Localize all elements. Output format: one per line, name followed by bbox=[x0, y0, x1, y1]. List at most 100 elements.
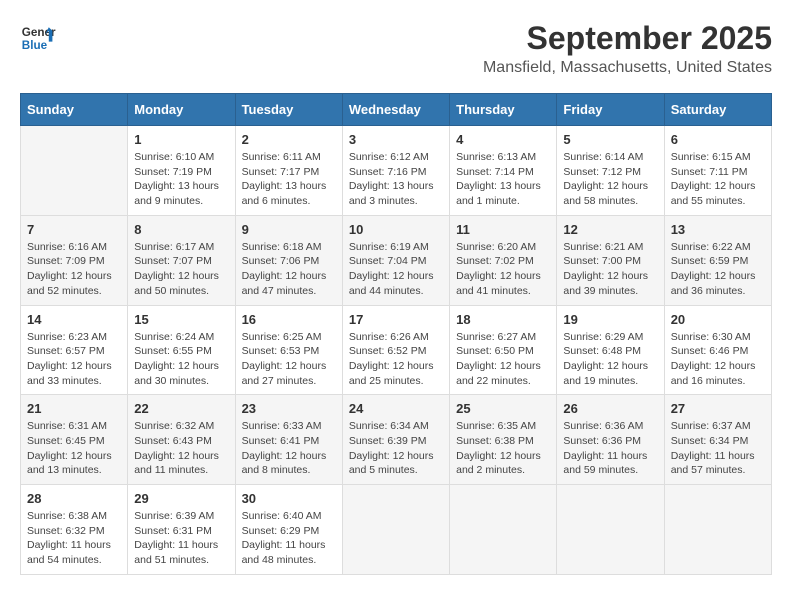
calendar-table: SundayMondayTuesdayWednesdayThursdayFrid… bbox=[20, 93, 772, 575]
day-number: 29 bbox=[134, 491, 228, 506]
day-info: Sunrise: 6:11 AM Sunset: 7:17 PM Dayligh… bbox=[242, 150, 336, 209]
column-header-wednesday: Wednesday bbox=[342, 94, 449, 126]
day-number: 28 bbox=[27, 491, 121, 506]
day-number: 24 bbox=[349, 401, 443, 416]
calendar-cell: 17Sunrise: 6:26 AM Sunset: 6:52 PM Dayli… bbox=[342, 305, 449, 395]
day-number: 10 bbox=[349, 222, 443, 237]
calendar-cell: 20Sunrise: 6:30 AM Sunset: 6:46 PM Dayli… bbox=[664, 305, 771, 395]
day-number: 8 bbox=[134, 222, 228, 237]
calendar-header: SundayMondayTuesdayWednesdayThursdayFrid… bbox=[21, 94, 772, 126]
location-title: Mansfield, Massachusetts, United States bbox=[483, 59, 772, 77]
calendar-cell: 29 Sunrise: 6:39 AM Sunset: 6:31 PM Dayli… bbox=[128, 485, 235, 575]
day-info: Sunrise: 6:23 AM Sunset: 6:57 PM Dayligh… bbox=[27, 330, 121, 389]
day-info: Sunrise: 6:40 AM Sunset: 6:29 PM Dayligh… bbox=[242, 509, 336, 568]
day-number: 20 bbox=[671, 312, 765, 327]
day-info: Sunrise: 6:39 AM Sunset: 6:31 PM Dayligh… bbox=[134, 509, 228, 568]
calendar-cell: 28 Sunrise: 6:38 AM Sunset: 6:32 PM Dayli… bbox=[21, 485, 128, 575]
calendar-cell: 6Sunrise: 6:15 AM Sunset: 7:11 PM Daylig… bbox=[664, 126, 771, 216]
column-header-friday: Friday bbox=[557, 94, 664, 126]
day-info: Sunrise: 6:21 AM Sunset: 7:00 PM Dayligh… bbox=[563, 240, 657, 299]
day-info: Sunrise: 6:36 AM Sunset: 6:36 PM Dayligh… bbox=[563, 419, 657, 478]
calendar-cell: 2 Sunrise: 6:11 AM Sunset: 7:17 PM Daylig… bbox=[235, 126, 342, 216]
day-number: 30 bbox=[242, 491, 336, 506]
calendar-cell bbox=[21, 126, 128, 216]
calendar-cell bbox=[664, 485, 771, 575]
calendar-cell: 21 Sunrise: 6:31 AM Sunset: 6:45 PM Dayli… bbox=[21, 395, 128, 485]
calendar-cell: 7 Sunrise: 6:16 AM Sunset: 7:09 PM Daylig… bbox=[21, 215, 128, 305]
calendar-cell: 1 Sunrise: 6:10 AM Sunset: 7:19 PM Daylig… bbox=[128, 126, 235, 216]
day-number: 6 bbox=[671, 132, 765, 147]
day-number: 2 bbox=[242, 132, 336, 147]
day-number: 27 bbox=[671, 401, 765, 416]
day-number: 11 bbox=[456, 222, 550, 237]
day-info: Sunrise: 6:18 AM Sunset: 7:06 PM Dayligh… bbox=[242, 240, 336, 299]
day-info: Sunrise: 6:16 AM Sunset: 7:09 PM Dayligh… bbox=[27, 240, 121, 299]
day-info: Sunrise: 6:10 AM Sunset: 7:19 PM Dayligh… bbox=[134, 150, 228, 209]
calendar-cell: 16Sunrise: 6:25 AM Sunset: 6:53 PM Dayli… bbox=[235, 305, 342, 395]
day-info: Sunrise: 6:37 AM Sunset: 6:34 PM Dayligh… bbox=[671, 419, 765, 478]
calendar-cell: 25 Sunrise: 6:35 AM Sunset: 6:38 PM Dayli… bbox=[450, 395, 557, 485]
column-header-saturday: Saturday bbox=[664, 94, 771, 126]
calendar-cell: 18 Sunrise: 6:27 AM Sunset: 6:50 PM Dayli… bbox=[450, 305, 557, 395]
week-row-2: 7 Sunrise: 6:16 AM Sunset: 7:09 PM Daylig… bbox=[21, 215, 772, 305]
calendar-cell bbox=[557, 485, 664, 575]
day-number: 19 bbox=[563, 312, 657, 327]
day-info: Sunrise: 6:14 AM Sunset: 7:12 PM Dayligh… bbox=[563, 150, 657, 209]
calendar-cell: 10 Sunrise: 6:19 AM Sunset: 7:04 PM Dayli… bbox=[342, 215, 449, 305]
logo-icon: General Blue bbox=[20, 20, 56, 56]
day-number: 7 bbox=[27, 222, 121, 237]
day-number: 1 bbox=[134, 132, 228, 147]
day-info: Sunrise: 6:19 AM Sunset: 7:04 PM Dayligh… bbox=[349, 240, 443, 299]
calendar-cell: 19 Sunrise: 6:29 AM Sunset: 6:48 PM Dayli… bbox=[557, 305, 664, 395]
calendar-cell: 26Sunrise: 6:36 AM Sunset: 6:36 PM Dayli… bbox=[557, 395, 664, 485]
calendar-cell: 27 Sunrise: 6:37 AM Sunset: 6:34 PM Dayli… bbox=[664, 395, 771, 485]
calendar-cell: 9 Sunrise: 6:18 AM Sunset: 7:06 PM Daylig… bbox=[235, 215, 342, 305]
day-info: Sunrise: 6:32 AM Sunset: 6:43 PM Dayligh… bbox=[134, 419, 228, 478]
calendar-cell: 5Sunrise: 6:14 AM Sunset: 7:12 PM Daylig… bbox=[557, 126, 664, 216]
day-info: Sunrise: 6:31 AM Sunset: 6:45 PM Dayligh… bbox=[27, 419, 121, 478]
calendar-cell bbox=[450, 485, 557, 575]
day-info: Sunrise: 6:27 AM Sunset: 6:50 PM Dayligh… bbox=[456, 330, 550, 389]
day-info: Sunrise: 6:38 AM Sunset: 6:32 PM Dayligh… bbox=[27, 509, 121, 568]
day-number: 25 bbox=[456, 401, 550, 416]
week-row-5: 28 Sunrise: 6:38 AM Sunset: 6:32 PM Dayli… bbox=[21, 485, 772, 575]
header: General Blue September 2025 Mansfield, M… bbox=[20, 20, 772, 77]
calendar-cell: 3 Sunrise: 6:12 AM Sunset: 7:16 PM Daylig… bbox=[342, 126, 449, 216]
calendar-cell: 11 Sunrise: 6:20 AM Sunset: 7:02 PM Dayli… bbox=[450, 215, 557, 305]
day-number: 15 bbox=[134, 312, 228, 327]
day-info: Sunrise: 6:20 AM Sunset: 7:02 PM Dayligh… bbox=[456, 240, 550, 299]
calendar-cell: 22 Sunrise: 6:32 AM Sunset: 6:43 PM Dayli… bbox=[128, 395, 235, 485]
day-number: 23 bbox=[242, 401, 336, 416]
day-info: Sunrise: 6:12 AM Sunset: 7:16 PM Dayligh… bbox=[349, 150, 443, 209]
svg-text:Blue: Blue bbox=[22, 39, 48, 52]
day-number: 18 bbox=[456, 312, 550, 327]
week-row-4: 21 Sunrise: 6:31 AM Sunset: 6:45 PM Dayli… bbox=[21, 395, 772, 485]
calendar-cell bbox=[342, 485, 449, 575]
day-info: Sunrise: 6:29 AM Sunset: 6:48 PM Dayligh… bbox=[563, 330, 657, 389]
calendar-cell: 14 Sunrise: 6:23 AM Sunset: 6:57 PM Dayli… bbox=[21, 305, 128, 395]
day-number: 4 bbox=[456, 132, 550, 147]
day-number: 21 bbox=[27, 401, 121, 416]
title-area: September 2025 Mansfield, Massachusetts,… bbox=[483, 20, 772, 77]
day-info: Sunrise: 6:35 AM Sunset: 6:38 PM Dayligh… bbox=[456, 419, 550, 478]
column-header-sunday: Sunday bbox=[21, 94, 128, 126]
calendar-cell: 4Sunrise: 6:13 AM Sunset: 7:14 PM Daylig… bbox=[450, 126, 557, 216]
day-info: Sunrise: 6:24 AM Sunset: 6:55 PM Dayligh… bbox=[134, 330, 228, 389]
calendar-body: 1 Sunrise: 6:10 AM Sunset: 7:19 PM Daylig… bbox=[21, 126, 772, 575]
day-info: Sunrise: 6:22 AM Sunset: 6:59 PM Dayligh… bbox=[671, 240, 765, 299]
calendar-cell: 13Sunrise: 6:22 AM Sunset: 6:59 PM Dayli… bbox=[664, 215, 771, 305]
month-title: September 2025 bbox=[483, 20, 772, 57]
column-header-tuesday: Tuesday bbox=[235, 94, 342, 126]
day-number: 14 bbox=[27, 312, 121, 327]
day-number: 3 bbox=[349, 132, 443, 147]
calendar-cell: 15 Sunrise: 6:24 AM Sunset: 6:55 PM Dayli… bbox=[128, 305, 235, 395]
day-number: 9 bbox=[242, 222, 336, 237]
logo: General Blue bbox=[20, 20, 56, 56]
week-row-1: 1 Sunrise: 6:10 AM Sunset: 7:19 PM Daylig… bbox=[21, 126, 772, 216]
day-info: Sunrise: 6:33 AM Sunset: 6:41 PM Dayligh… bbox=[242, 419, 336, 478]
header-row: SundayMondayTuesdayWednesdayThursdayFrid… bbox=[21, 94, 772, 126]
column-header-monday: Monday bbox=[128, 94, 235, 126]
calendar-cell: 12Sunrise: 6:21 AM Sunset: 7:00 PM Dayli… bbox=[557, 215, 664, 305]
day-info: Sunrise: 6:34 AM Sunset: 6:39 PM Dayligh… bbox=[349, 419, 443, 478]
day-number: 22 bbox=[134, 401, 228, 416]
